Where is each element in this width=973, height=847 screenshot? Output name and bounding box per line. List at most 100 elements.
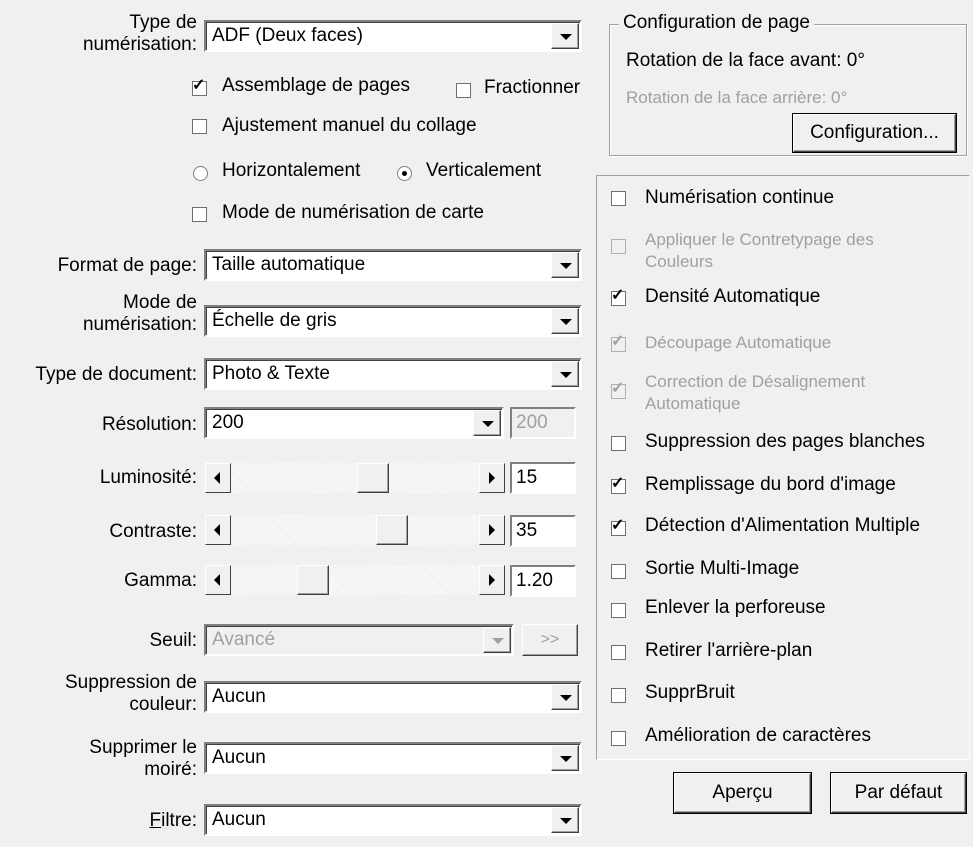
chevron-down-icon[interactable] (483, 627, 511, 653)
scroll-left-icon[interactable] (205, 565, 231, 595)
contrast-thumb[interactable] (376, 515, 408, 545)
option-11-label[interactable]: SupprBruit (645, 682, 735, 704)
option-0-label[interactable]: Numérisation continue (645, 187, 834, 209)
checkmark-icon: ✓ (611, 333, 625, 350)
option-4-label-line1: Correction de Désalignement (645, 372, 866, 391)
contrast-field[interactable]: 35 (510, 515, 576, 547)
checkmark-icon: ✓ (611, 287, 625, 304)
chevron-down-icon[interactable] (551, 23, 579, 49)
page-config-title: Configuration de page (619, 12, 814, 34)
chevron-down-icon[interactable] (551, 361, 579, 387)
option-3-label[interactable]: Découpage Automatique (645, 332, 831, 354)
default-button[interactable]: Par défaut (831, 773, 966, 813)
option-12-label[interactable]: Amélioration de caractères (645, 725, 871, 747)
option-8-checkbox[interactable]: ✓ (611, 564, 626, 579)
option-4-label[interactable]: Correction de Désalignement Automatique (645, 371, 865, 415)
moire-select[interactable]: Aucun (204, 742, 582, 774)
filter-select[interactable]: Aucun (204, 804, 582, 836)
scan-type-label-line1: Type de (129, 12, 197, 33)
page-format-select[interactable]: Taille automatique (204, 249, 582, 281)
option-10-label[interactable]: Retirer l'arrière-plan (645, 640, 812, 662)
option-6-label[interactable]: Remplissage du bord d'image (645, 474, 896, 496)
card-scan-label[interactable]: Mode de numérisation de carte (222, 202, 484, 224)
option-10-checkbox[interactable]: ✓ (611, 645, 626, 660)
doc-type-label: Type de document: (35, 364, 197, 385)
resolution-select[interactable]: 200 (204, 407, 504, 439)
moire-label: Supprimer le moiré: (89, 737, 197, 781)
horizontal-radio[interactable] (193, 166, 208, 181)
brightness-slider[interactable] (205, 463, 505, 493)
option-3-checkbox[interactable]: ✓ (611, 333, 626, 352)
chevron-down-icon[interactable] (551, 252, 579, 278)
option-5-label[interactable]: Suppression des pages blanches (645, 431, 925, 453)
option-1-checkbox[interactable]: ✓ (611, 239, 626, 254)
option-9-label[interactable]: Enlever la perforeuse (645, 597, 826, 619)
doc-type-select[interactable]: Photo & Texte (204, 358, 582, 390)
page-assembly-label[interactable]: Assemblage de pages (222, 75, 410, 97)
split-label[interactable]: Fractionner (484, 77, 580, 99)
option-1-label[interactable]: Appliquer le Contretypage des Couleurs (645, 229, 874, 273)
option-7-label[interactable]: Détection d'Alimentation Multiple (645, 515, 920, 537)
filter-label: Filtre: (149, 810, 197, 832)
color-drop-select[interactable]: Aucun (204, 681, 582, 713)
option-11-checkbox[interactable]: ✓ (611, 688, 626, 703)
moire-label-line1: Supprimer le (89, 737, 197, 758)
option-1-label-line2: Couleurs (645, 252, 714, 271)
color-drop-label-line2: couleur: (129, 694, 197, 715)
scroll-left-icon[interactable] (205, 463, 231, 493)
chevron-down-icon[interactable] (551, 745, 579, 771)
brightness-field[interactable]: 15 (510, 462, 576, 494)
option-12-checkbox[interactable]: ✓ (611, 731, 626, 746)
page-format-value: Taille automatique (212, 254, 366, 275)
scroll-left-icon[interactable] (205, 515, 231, 545)
resolution-value: 200 (212, 412, 244, 433)
option-0-checkbox[interactable]: ✓ (611, 191, 626, 206)
scan-mode-value: Échelle de gris (212, 310, 337, 331)
brightness-thumb[interactable] (357, 463, 389, 493)
scan-type-label-line2: numérisation: (82, 34, 197, 55)
gamma-field[interactable]: 1.20 (510, 565, 576, 597)
contrast-label: Contraste: (109, 521, 197, 542)
page-assembly-checkbox[interactable]: ✓ (192, 77, 207, 96)
manual-stitch-checkbox[interactable]: ✓ (192, 119, 207, 134)
scan-mode-select[interactable]: Échelle de gris (204, 305, 582, 337)
option-4-label-line2: Automatique (645, 394, 741, 413)
threshold-advanced-button[interactable]: >> (522, 624, 578, 656)
option-9-checkbox[interactable]: ✓ (611, 603, 626, 618)
option-6-checkbox[interactable]: ✓ (611, 475, 626, 494)
resolution-number-field: 200 (510, 407, 576, 439)
split-checkbox[interactable]: ✓ (456, 83, 471, 98)
option-2-checkbox[interactable]: ✓ (611, 287, 626, 306)
preview-button[interactable]: Aperçu (674, 773, 811, 813)
option-4-checkbox[interactable]: ✓ (611, 380, 626, 399)
checkmark-icon: ✓ (611, 517, 625, 534)
chevron-down-icon[interactable] (551, 684, 579, 710)
option-8-label[interactable]: Sortie Multi-Image (645, 558, 799, 580)
vertical-radio[interactable] (397, 166, 412, 181)
front-rotation-text: Rotation de la face avant: 0° (626, 50, 865, 71)
option-5-checkbox[interactable]: ✓ (611, 436, 626, 451)
chevron-down-icon[interactable] (551, 807, 579, 833)
option-2-label[interactable]: Densité Automatique (645, 286, 820, 308)
scroll-right-icon[interactable] (479, 463, 505, 493)
horizontal-label[interactable]: Horizontalement (222, 160, 360, 182)
option-7-checkbox[interactable]: ✓ (611, 517, 626, 536)
color-drop-label: Suppression de couleur: (65, 672, 197, 716)
contrast-slider[interactable] (205, 515, 505, 545)
vertical-label[interactable]: Verticalement (426, 160, 541, 182)
manual-stitch-label[interactable]: Ajustement manuel du collage (222, 115, 477, 137)
chevron-down-icon[interactable] (551, 308, 579, 334)
configuration-button[interactable]: Configuration... (793, 114, 956, 152)
gamma-slider[interactable] (205, 565, 505, 595)
gamma-thumb[interactable] (297, 565, 329, 595)
moire-label-line2: moiré: (144, 759, 197, 780)
scroll-right-icon[interactable] (479, 515, 505, 545)
scan-type-select[interactable]: ADF (Deux faces) (204, 20, 582, 52)
chevron-down-icon[interactable] (473, 410, 501, 436)
scroll-right-icon[interactable] (479, 565, 505, 595)
checkmark-icon: ✓ (192, 77, 206, 94)
threshold-select[interactable]: Avancé (204, 624, 514, 656)
back-rotation-text: Rotation de la face arrière: 0° (626, 88, 848, 107)
moire-value: Aucun (212, 747, 266, 768)
card-scan-checkbox[interactable]: ✓ (192, 207, 207, 222)
